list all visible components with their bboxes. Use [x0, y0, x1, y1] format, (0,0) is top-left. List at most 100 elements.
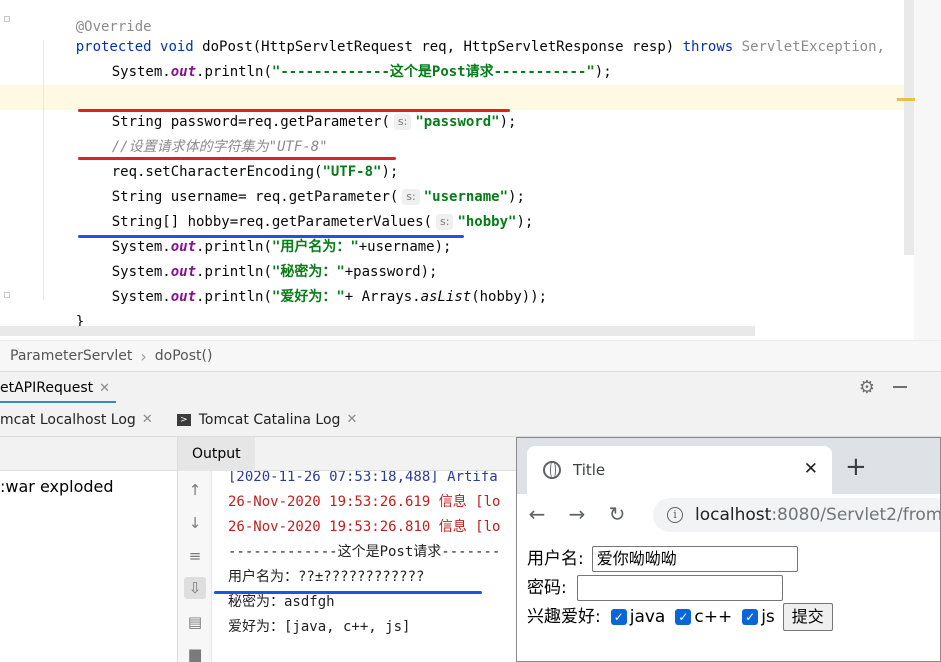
red-underline-annotation	[78, 157, 396, 160]
code-token: out	[170, 64, 197, 80]
tab-output[interactable]: Output	[178, 437, 255, 471]
username-input[interactable]: 爱你呦呦呦	[591, 546, 798, 572]
page-content: 用户名: 爱你呦呦呦 密码: 兴趣爱好: ✓ java ✓ c++ ✓ js 提交	[517, 534, 940, 661]
print-icon[interactable]: ▤	[184, 611, 206, 633]
address-bar[interactable]: i localhost:8080/Servlet2/from.	[653, 498, 941, 532]
code-line-7: System.out.println("用户名为："+username);	[78, 210, 452, 255]
code-line-8: System.out.println("秘密为："+password);	[78, 235, 438, 280]
url-path: :8080/Servlet2/from.	[771, 505, 941, 525]
code-token: );	[516, 214, 534, 230]
editor-scrollbar[interactable]	[904, 0, 914, 255]
fold-marker-icon[interactable]	[4, 292, 10, 298]
password-label: 密码:	[527, 578, 567, 598]
submit-button[interactable]: 提交	[782, 603, 833, 631]
browser-tab[interactable]: Title ✕	[527, 446, 832, 494]
code-token: System.	[111, 64, 171, 80]
code-token: System.	[111, 289, 171, 305]
breadcrumb: ParameterServlet › doPost()	[0, 340, 941, 371]
red-underline-annotation	[78, 109, 510, 112]
services-tool-header: etAPIRequest ✕ ⚙	[0, 371, 941, 404]
password-row: 密码:	[527, 573, 783, 603]
option-label: c++	[694, 607, 733, 627]
browser-tab-strip: Title ✕ +	[517, 438, 940, 494]
code-line-3: //设置请求体的字符集为"UTF-8"	[78, 110, 328, 155]
gear-icon[interactable]: ⚙	[859, 377, 875, 398]
reload-icon[interactable]: ↻	[597, 502, 637, 526]
code-line-close-method: }	[42, 285, 84, 330]
chevron-right-icon: ›	[140, 346, 147, 366]
warning-marker[interactable]	[897, 98, 915, 101]
code-token: );	[594, 64, 612, 80]
fold-marker-icon[interactable]	[4, 16, 10, 22]
hobby-label: 兴趣爱好:	[527, 607, 601, 627]
option-label: js	[761, 607, 775, 627]
console-line: 26-Nov-2020 19:53:26.810 信息 [lo	[228, 519, 501, 535]
username-label: 用户名:	[527, 549, 584, 569]
console-line: 爱好为：[java, c++, js]	[228, 619, 411, 635]
string-literal: "-------------这个是Post请求-----------"	[271, 64, 595, 80]
breadcrumb-class[interactable]: ParameterServlet	[0, 348, 132, 364]
tab-label: mcat Localhost Log	[0, 411, 136, 428]
code-line-2: String password=req.getParameter(s: "pass…	[78, 85, 516, 130]
code-line-6: String[] hobby=req.getParameterValues(s:…	[78, 185, 533, 230]
checkbox-cpp[interactable]: ✓	[675, 609, 692, 625]
tab-label: Tomcat Catalina Log	[198, 411, 341, 428]
checkbox-java[interactable]: ✓	[610, 609, 627, 625]
log-tabs-bar: mcat Localhost Log ✕ > Tomcat Catalina Lo…	[0, 403, 941, 437]
code-editor[interactable]: @Override protected void doPost(HttpServ…	[0, 0, 941, 340]
hobby-row: 兴趣爱好: ✓ java ✓ c++ ✓ js 提交	[527, 602, 833, 632]
info-icon[interactable]: i	[667, 507, 683, 523]
console-line: 26-Nov-2020 19:53:26.619 信息 [lo	[228, 494, 501, 510]
code-token: + Arrays.	[344, 289, 421, 305]
code-line-1: System.out.println("-------------这个是Post…	[78, 35, 612, 80]
browser-window: Title ✕ + ← → ↻ i localhost:8080/Servlet…	[516, 437, 941, 662]
console-output[interactable]: [2020-11-26 07:53:18,488] Artifa 26-Nov-…	[212, 471, 518, 662]
parameter-hint: s:	[393, 114, 412, 130]
keyword: throws	[682, 39, 734, 55]
code-token: );	[499, 114, 517, 130]
code-token: asList	[420, 289, 472, 305]
arrow-up-icon[interactable]: ↑	[184, 479, 206, 501]
console-line: 用户名为：??±????????????	[228, 569, 425, 585]
code-token: .println(	[196, 289, 272, 305]
trash-icon[interactable]: ▆	[184, 643, 206, 662]
deployment-panel: :war exploded	[0, 437, 178, 662]
close-icon[interactable]: ✕	[804, 459, 818, 479]
back-icon[interactable]: ←	[517, 502, 557, 526]
console-toolbar: ↑ ↓ ≡ ⇩ ▤ ▆	[178, 471, 212, 662]
terminal-icon: >	[176, 413, 191, 426]
exception-type: ServletException,	[741, 39, 885, 55]
new-tab-icon[interactable]: +	[845, 454, 867, 480]
blue-underline-annotation	[214, 591, 482, 594]
tab-catalina-log[interactable]: > Tomcat Catalina Log ✕	[171, 403, 376, 437]
soft-wrap-icon[interactable]: ≡	[184, 545, 206, 567]
code-line-9: System.out.println("爱好为："+ Arrays.asList…	[78, 260, 547, 305]
console-line: [2020-11-26 07:53:18,488] Artifa	[228, 471, 498, 485]
globe-icon	[543, 461, 561, 479]
minimize-icon[interactable]	[893, 386, 907, 388]
close-icon[interactable]: ✕	[142, 412, 153, 427]
code-token: out	[170, 289, 197, 305]
code-line-5: String username= req.getParameter(s: "use…	[78, 160, 525, 205]
code-token: .println(	[196, 64, 272, 80]
tab-localhost-log[interactable]: mcat Localhost Log ✕	[0, 403, 171, 437]
tab-label: etAPIRequest	[0, 379, 94, 396]
horizontal-scrollbar[interactable]	[0, 326, 755, 336]
url-host: localhost	[695, 505, 772, 525]
password-input[interactable]	[576, 575, 783, 601]
checkbox-js[interactable]: ✓	[742, 609, 759, 625]
arrow-down-icon[interactable]: ↓	[184, 512, 206, 534]
deployment-item[interactable]: :war exploded	[0, 473, 177, 501]
scroll-to-end-icon[interactable]: ⇩	[184, 577, 206, 599]
tab-run-configuration[interactable]: etAPIRequest ✕	[0, 372, 117, 404]
close-icon[interactable]: ✕	[99, 381, 110, 396]
console-line: -------------这个是Post请求-------	[228, 544, 501, 560]
breadcrumb-method[interactable]: doPost()	[155, 348, 213, 364]
forward-icon[interactable]: →	[557, 502, 597, 526]
close-icon[interactable]: ✕	[346, 412, 357, 427]
deployment-panel-header	[0, 437, 177, 471]
browser-tab-title: Title	[573, 461, 606, 479]
code-line-signature: protected void doPost(HttpServletRequest…	[42, 10, 885, 55]
string-literal: "爱好为："	[271, 289, 345, 305]
string-literal: "password"	[415, 114, 500, 130]
